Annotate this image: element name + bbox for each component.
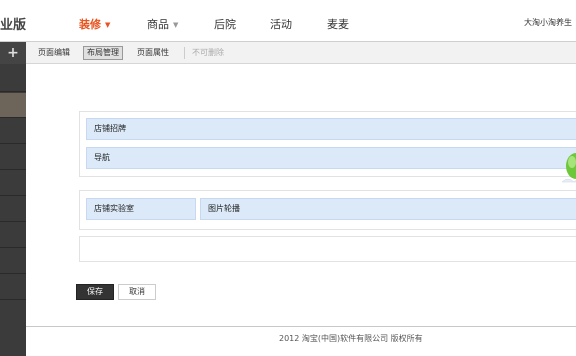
shop-name[interactable]: 大淘小淘养生 (524, 17, 572, 28)
module-image-carousel[interactable]: 图片轮播 (200, 198, 576, 220)
tab-layout-manage[interactable]: 布局管理 (83, 46, 123, 60)
nav-item-activity[interactable]: 活动 (270, 16, 292, 32)
tab-page-properties[interactable]: 页面属性 (134, 46, 172, 60)
cancel-button[interactable]: 取消 (118, 284, 156, 300)
sidebar-item[interactable] (0, 119, 26, 144)
chevron-down-icon: ▼ (105, 21, 111, 29)
top-nav: 业版 装修 ▼ 商品 ▼ 后院 活动 麦麦 大淘小淘养生 (0, 0, 576, 42)
brand-title: 业版 (0, 18, 27, 33)
sidebar-item[interactable] (0, 197, 26, 222)
balloon-decoration-icon (561, 153, 576, 183)
nav-item-label: 活动 (270, 18, 292, 31)
tab-page-edit[interactable]: 页面编辑 (35, 46, 73, 60)
add-icon[interactable]: + (0, 42, 26, 64)
sidebar-item[interactable] (0, 145, 26, 170)
save-button[interactable]: 保存 (76, 284, 114, 300)
layout-section-empty[interactable] (79, 236, 576, 262)
sidebar-item[interactable] (0, 67, 26, 92)
nav-item-label: 商品 (147, 18, 169, 31)
nav-item-backyard[interactable]: 后院 (214, 16, 236, 32)
module-shop-sign[interactable]: 店铺招牌 (86, 118, 576, 140)
sidebar-item[interactable] (0, 223, 26, 248)
nav-item-maimai[interactable]: 麦麦 (327, 16, 349, 32)
toolbar-divider (184, 47, 185, 59)
nav-item-decorate[interactable]: 装修 ▼ (79, 16, 110, 32)
left-sidebar: + (0, 42, 26, 356)
sidebar-item[interactable] (0, 249, 26, 274)
nav-item-label: 麦麦 (327, 18, 349, 31)
footer-copyright: 2012 淘宝(中国)软件有限公司 版权所有 (279, 334, 423, 343)
layout-section-header: 店铺招牌 导航 (79, 111, 576, 177)
sidebar-item[interactable] (0, 171, 26, 196)
footer-divider (26, 326, 576, 327)
module-shop-lab[interactable]: 店铺实验室 (86, 198, 196, 220)
chevron-down-icon: ▼ (173, 21, 179, 29)
sidebar-item[interactable] (0, 275, 26, 300)
undeletable-label: 不可删除 (192, 48, 224, 57)
nav-item-label: 装修 (79, 18, 101, 31)
nav-item-label: 后院 (214, 18, 236, 31)
nav-item-products[interactable]: 商品 ▼ (147, 16, 178, 32)
module-navigation[interactable]: 导航 (86, 147, 576, 169)
layout-section-body: 店铺实验室 图片轮播 (79, 190, 576, 230)
editor-toolbar: 页面编辑 布局管理 页面属性 不可删除 (26, 42, 576, 64)
sidebar-item-active[interactable] (0, 93, 26, 118)
